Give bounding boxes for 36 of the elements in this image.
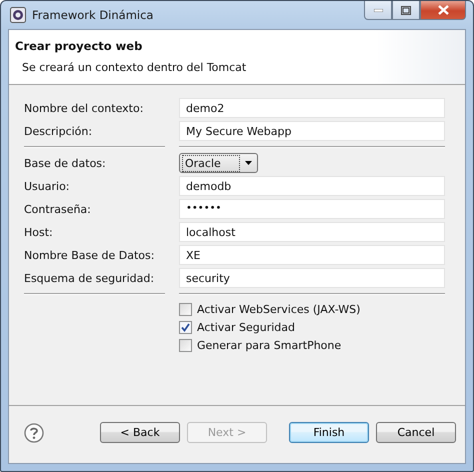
field-label: Nombre Base de Datos: [24,248,156,262]
field-label: Usuario: [24,180,71,192]
password-field[interactable]: •••••• [179,199,445,219]
checkbox[interactable] [179,303,192,316]
field-label: Host: [24,226,54,238]
dialog-button[interactable]: Cancel [376,422,456,443]
checkbox-label: Activar Seguridad [197,321,296,334]
checkbox[interactable] [179,339,192,352]
page-description: Se creará un contexto dentro del Tomcat [21,61,248,74]
input-field[interactable]: demo2 [179,98,445,118]
dialog-button[interactable]: < Back [100,422,180,443]
input-field[interactable]: security [179,268,445,288]
maximize-icon [401,6,411,14]
maximize-button[interactable] [392,1,420,20]
minimize-icon [374,8,382,12]
input-field[interactable]: My Secure Webapp [179,121,445,141]
checkbox-label: Generar para SmartPhone [197,339,342,352]
checkbox[interactable] [179,321,192,334]
field-label: Nombre del contexto: [24,102,144,114]
dialog-button[interactable]: Finish [289,422,369,443]
field-label: Base de datos: [24,156,107,170]
dropdown[interactable]: Oracle [179,153,258,173]
page-title: Crear proyecto web [15,39,144,53]
field-label: Descripción: [24,124,94,138]
caret-icon [245,161,252,165]
input-field[interactable]: XE [179,245,445,265]
close-button[interactable] [420,1,466,20]
close-icon [438,5,448,15]
input-field[interactable]: demodb [179,176,445,196]
field-label: Esquema de seguridad: [24,272,156,284]
help-icon[interactable] [24,422,44,442]
minimize-button[interactable] [364,1,392,20]
window-title: Framework Dinámica [32,8,154,22]
checkbox-label: Activar WebServices (JAX-WS) [197,303,360,316]
input-field[interactable]: localhost [179,222,445,242]
field-label: Contraseña: [24,202,92,216]
